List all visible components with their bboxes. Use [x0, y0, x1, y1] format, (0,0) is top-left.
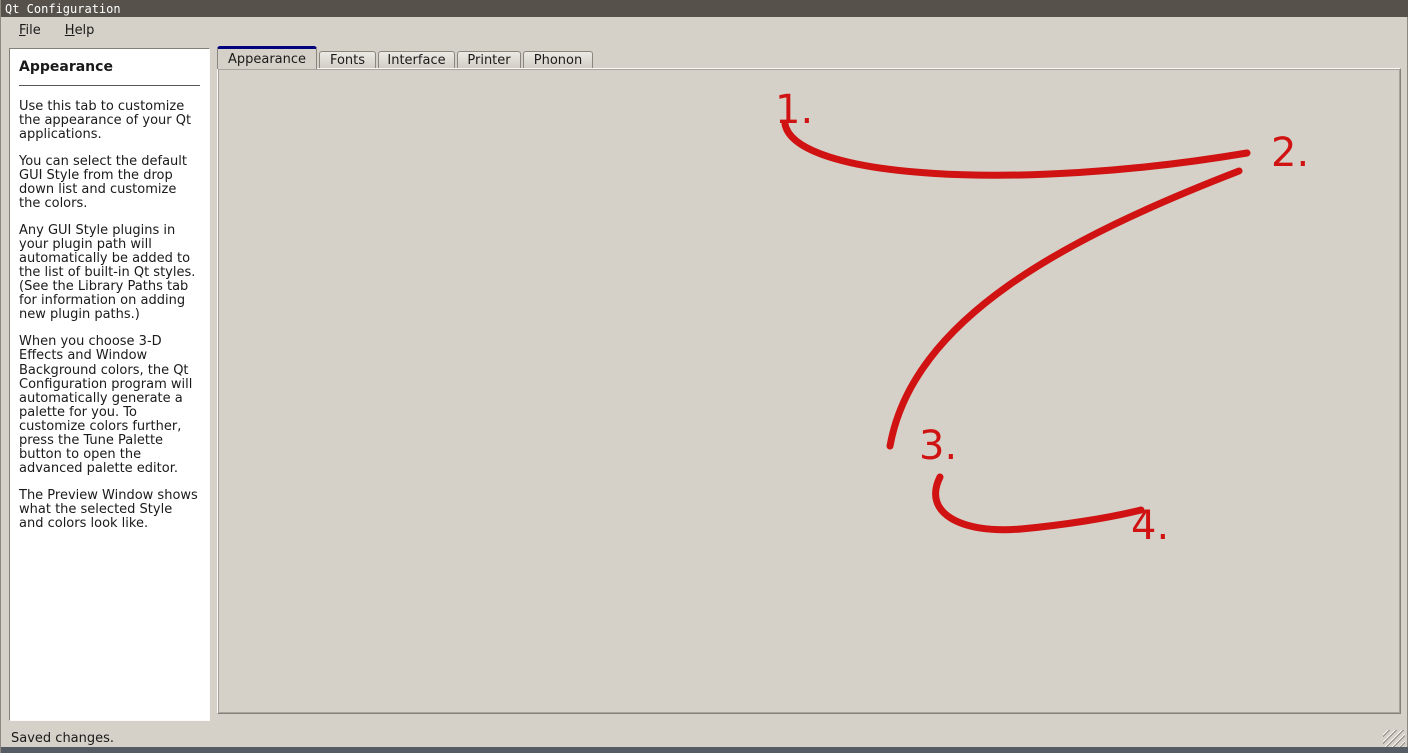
description-panel: Appearance Use this tab to customize the… [9, 48, 210, 721]
tab-phonon[interactable]: Phonon [523, 51, 593, 69]
tab-printer[interactable]: Printer [457, 51, 521, 69]
panel-paragraph: When you choose 3-D Effects and Window B… [19, 335, 200, 475]
app-title: Qt Configuration [5, 2, 121, 16]
tab-appearance[interactable]: Appearance [217, 46, 317, 69]
annotation-number-4: 4. [1131, 506, 1169, 546]
annotation-number-3: 3. [919, 426, 957, 466]
resize-grip[interactable] [1383, 730, 1405, 747]
window-bottom-edge [1, 747, 1408, 753]
menu-help[interactable]: Help [55, 20, 105, 41]
menubar: File Help [1, 17, 1408, 43]
panel-paragraph: The Preview Window shows what the select… [19, 489, 200, 531]
panel-paragraph: You can select the default GUI Style fro… [19, 155, 200, 211]
annotation-number-1: 1. [775, 90, 813, 130]
menu-file[interactable]: File [9, 20, 51, 41]
tab-content-frame [217, 68, 1401, 714]
tab-fonts[interactable]: Fonts [319, 51, 376, 69]
statusbar: Saved changes. [1, 728, 1408, 748]
status-text: Saved changes. [11, 731, 114, 746]
annotation-number-2: 2. [1271, 133, 1309, 173]
tab-interface[interactable]: Interface [378, 51, 455, 69]
app-titlebar[interactable]: Qt Configuration [1, 0, 1408, 17]
qt-configuration-window: { "window": { "title": "Qt Configuration… [0, 0, 1408, 753]
panel-heading: Appearance [19, 59, 200, 75]
divider [19, 85, 200, 86]
panel-paragraph: Use this tab to customize the appearance… [19, 100, 200, 142]
panel-paragraph: Any GUI Style plugins in your plugin pat… [19, 224, 200, 322]
